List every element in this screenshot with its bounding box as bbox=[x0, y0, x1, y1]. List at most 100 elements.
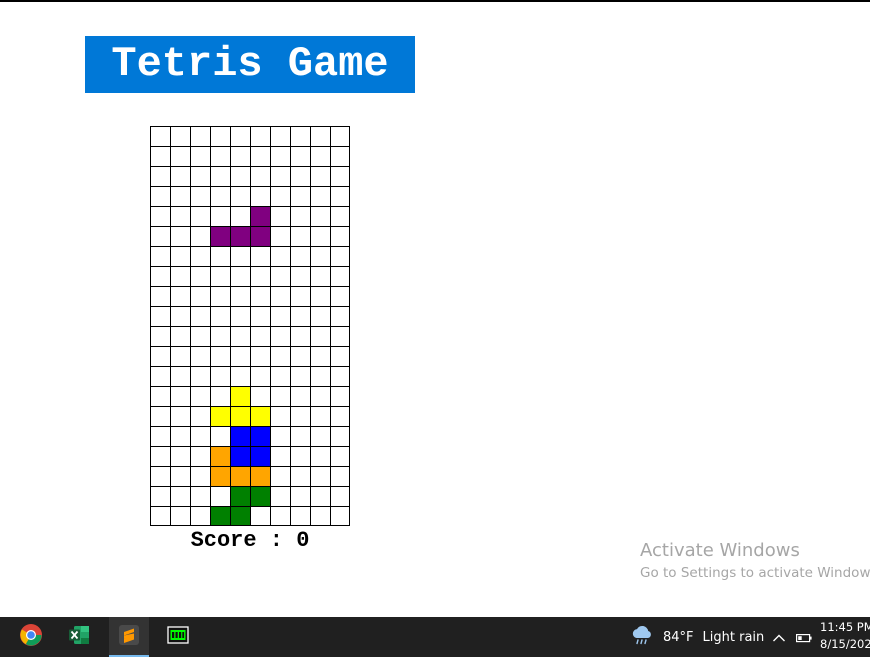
board-cell bbox=[310, 466, 330, 486]
board-cell bbox=[330, 286, 350, 306]
board-cell bbox=[310, 346, 330, 366]
tetromino-block bbox=[230, 486, 250, 506]
board-cell bbox=[290, 266, 310, 286]
board-cell bbox=[290, 486, 310, 506]
board-cell bbox=[290, 126, 310, 146]
board-cell bbox=[270, 426, 290, 446]
board-cell bbox=[210, 326, 230, 346]
board-cell bbox=[170, 346, 190, 366]
board-cell bbox=[150, 426, 170, 446]
board-cell bbox=[150, 166, 170, 186]
battery-status[interactable] bbox=[796, 617, 812, 657]
board-cell bbox=[250, 166, 270, 186]
board-cell bbox=[190, 206, 210, 226]
board-cell bbox=[250, 266, 270, 286]
board-cell bbox=[230, 266, 250, 286]
board-cell bbox=[150, 506, 170, 526]
board-cell bbox=[250, 366, 270, 386]
board-cell bbox=[270, 486, 290, 506]
board-cell bbox=[170, 406, 190, 426]
board-cell bbox=[290, 306, 310, 326]
board-cell bbox=[270, 246, 290, 266]
board-cell bbox=[250, 186, 270, 206]
board-cell bbox=[290, 446, 310, 466]
board-cell bbox=[270, 286, 290, 306]
board-cell bbox=[310, 146, 330, 166]
board-bottom-border bbox=[150, 525, 350, 526]
board-cell bbox=[270, 506, 290, 526]
board-cell bbox=[230, 186, 250, 206]
weather-widget[interactable]: 84°F Light rain bbox=[630, 617, 764, 657]
tetromino-block bbox=[230, 426, 250, 446]
board-cell bbox=[290, 426, 310, 446]
show-hidden-icons-button[interactable] bbox=[772, 617, 786, 657]
score-display: Score : 0 bbox=[150, 528, 350, 554]
board-cell bbox=[190, 186, 210, 206]
board-cell bbox=[270, 406, 290, 426]
taskbar-app-chrome[interactable] bbox=[11, 617, 51, 657]
board-cell bbox=[310, 186, 330, 206]
board-cell bbox=[290, 226, 310, 246]
board-cell bbox=[150, 186, 170, 206]
board-cell bbox=[270, 126, 290, 146]
board-cell bbox=[310, 326, 330, 346]
board-cell bbox=[150, 266, 170, 286]
board-cell bbox=[230, 206, 250, 226]
board-cell bbox=[290, 246, 310, 266]
board-cell bbox=[230, 246, 250, 266]
board-cell bbox=[290, 366, 310, 386]
board-cell bbox=[170, 186, 190, 206]
board-cell bbox=[150, 306, 170, 326]
board-cell bbox=[170, 446, 190, 466]
board-cell bbox=[330, 166, 350, 186]
battery-icon bbox=[796, 628, 812, 647]
board-cell bbox=[210, 266, 230, 286]
board-cell bbox=[290, 166, 310, 186]
board-cell bbox=[310, 386, 330, 406]
tetromino-block bbox=[210, 506, 230, 526]
board-cell bbox=[310, 166, 330, 186]
board-cell bbox=[290, 326, 310, 346]
score-separator: : bbox=[269, 528, 283, 553]
board-cell bbox=[230, 326, 250, 346]
board-cell bbox=[330, 206, 350, 226]
board-cell bbox=[170, 206, 190, 226]
board-cell bbox=[250, 126, 270, 146]
taskbar-clock[interactable]: 11:45 PM 8/15/2021 bbox=[820, 619, 870, 653]
tetromino-block bbox=[210, 406, 230, 426]
board-cell bbox=[190, 346, 210, 366]
board-cell bbox=[210, 386, 230, 406]
score-value: 0 bbox=[296, 528, 310, 553]
memory-chip-icon bbox=[166, 623, 190, 651]
board-cell bbox=[310, 226, 330, 246]
board-cell bbox=[330, 386, 350, 406]
clock-time: 11:45 PM bbox=[820, 620, 870, 634]
taskbar-app-sublime[interactable] bbox=[109, 617, 149, 657]
board-cell bbox=[290, 466, 310, 486]
score-label: Score bbox=[190, 528, 257, 553]
taskbar-app-excel[interactable] bbox=[59, 617, 99, 657]
board-cell bbox=[310, 426, 330, 446]
board-cell bbox=[170, 126, 190, 146]
board-cell bbox=[150, 246, 170, 266]
board-cell bbox=[250, 326, 270, 346]
taskbar-app-chip[interactable] bbox=[158, 617, 198, 657]
weather-temperature: 84°F bbox=[663, 629, 694, 645]
board-cell bbox=[190, 426, 210, 446]
board-cell bbox=[170, 426, 190, 446]
board-cell bbox=[210, 346, 230, 366]
board-cell bbox=[250, 286, 270, 306]
board-cell bbox=[150, 406, 170, 426]
board-cell bbox=[330, 266, 350, 286]
board-cell bbox=[170, 506, 190, 526]
board-cell bbox=[310, 246, 330, 266]
board-cell bbox=[290, 386, 310, 406]
board-cell bbox=[190, 226, 210, 246]
activate-windows-watermark: Activate Windows Go to Settings to activ… bbox=[640, 540, 870, 583]
board-cell bbox=[170, 366, 190, 386]
tetromino-block bbox=[230, 466, 250, 486]
weather-condition: Light rain bbox=[702, 629, 765, 645]
watermark-subtitle: Go to Settings to activate Windows. bbox=[640, 565, 870, 581]
board-cell bbox=[190, 146, 210, 166]
board-cell bbox=[230, 346, 250, 366]
